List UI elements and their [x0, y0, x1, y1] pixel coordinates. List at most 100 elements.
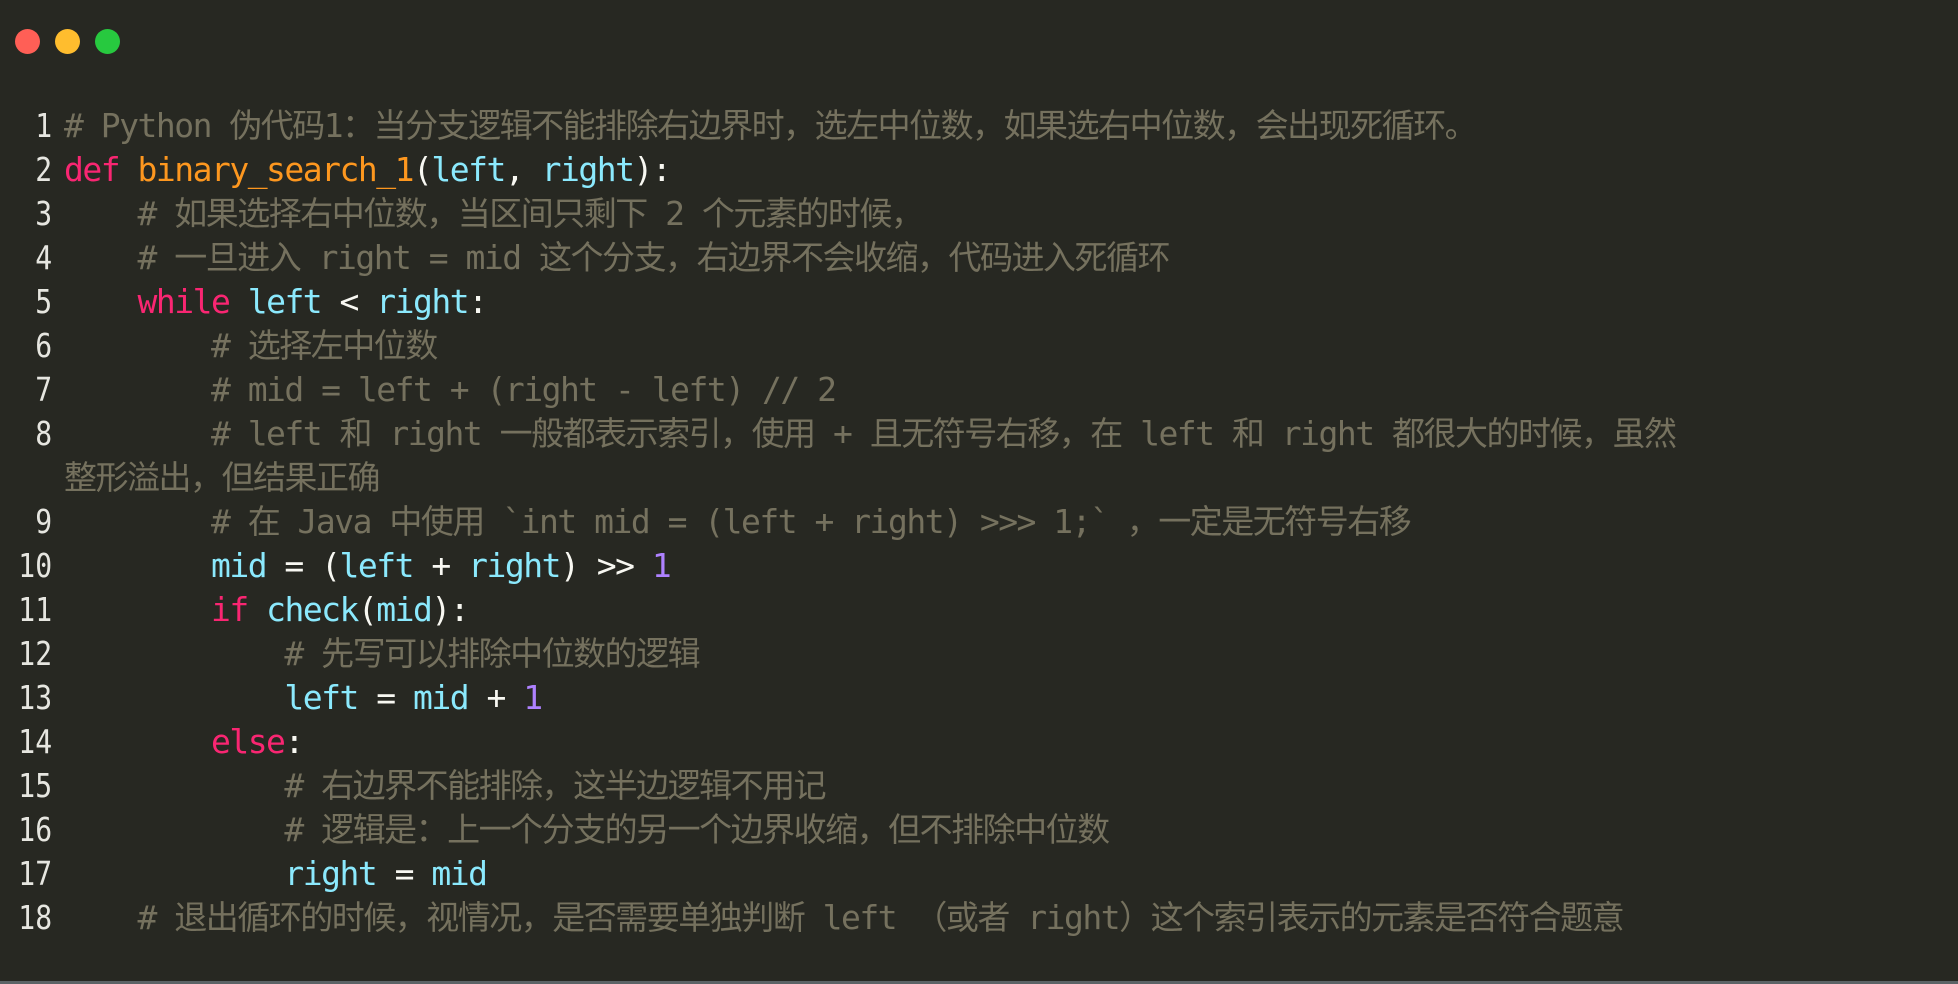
close-button[interactable] [15, 29, 40, 54]
line-number: 5 [35, 282, 53, 321]
line-content: # 右边界不能排除，这半边逻辑不用记 [64, 764, 1958, 808]
line-number: 16 [18, 810, 53, 849]
line-number: 2 [35, 150, 53, 189]
punctuation-token: ): [431, 590, 469, 629]
punctuation-token: + [413, 546, 469, 585]
code-line: 4 # 一旦进入 right = mid 这个分支，右边界不会收缩，代码进入死循… [0, 236, 1958, 280]
comment-token: # 如果选择右中位数，当区间只剩下 2 个元素的时候， [137, 194, 923, 233]
punctuation-token: < [321, 282, 377, 321]
code-line: 7 # mid = left + (right - left) // 2 [0, 368, 1958, 412]
comment-token: # 退出循环的时候，视情况，是否需要单独判断 left （或者 right）这个… [137, 898, 1624, 937]
code-line: 11 if check(mid): [0, 588, 1958, 632]
line-number: 10 [18, 546, 53, 585]
code-line: 10 mid = (left + right) >> 1 [0, 544, 1958, 588]
identifier-token: mid [413, 678, 470, 717]
code-window: 1 # Python 伪代码1：当分支逻辑不能排除右边界时，选左中位数，如果选右中… [0, 0, 1958, 984]
minimize-button[interactable] [55, 29, 80, 54]
identifier-token: right [541, 150, 635, 189]
keyword-token: def [64, 150, 121, 189]
identifier-token: left [247, 282, 323, 321]
comment-token: # Python 伪代码1：当分支逻辑不能排除右边界时，选左中位数，如果选右中位… [64, 106, 1478, 145]
identifier-token: right [468, 546, 561, 585]
code-line: 2 def binary_search_1(left, right): [0, 148, 1958, 192]
line-content: left = mid + 1 [64, 676, 1958, 720]
punctuation-token: : [468, 282, 488, 321]
line-number: 8 [35, 414, 53, 453]
keyword-token: while [137, 282, 230, 321]
line-number: 11 [18, 590, 53, 629]
keyword-token: else [210, 722, 286, 761]
line-number: 7 [35, 370, 53, 409]
punctuation-token [119, 150, 137, 189]
identifier-token: left [431, 150, 506, 189]
code-line: 17 right = mid [0, 852, 1958, 896]
number-token: 1 [651, 546, 672, 585]
line-content: right = mid [64, 852, 1958, 896]
comment-token: # 逻辑是：上一个分支的另一个边界收缩，但不排除中位数 [284, 810, 1110, 849]
comment-token: # 先写可以排除中位数的逻辑 [284, 634, 700, 673]
line-number: 15 [18, 766, 53, 805]
line-content: # left 和 right 一般都表示索引，使用 + 且无符号右移，在 lef… [64, 412, 1958, 500]
line-content: # 逻辑是：上一个分支的另一个边界收缩，但不排除中位数 [64, 808, 1958, 852]
comment-token: # 一旦进入 right = mid 这个分支，右边界不会收缩，代码进入死循环 [137, 238, 1170, 277]
identifier-token: left [339, 546, 415, 585]
line-number: 3 [35, 194, 53, 233]
line-number: 18 [18, 898, 53, 937]
title-bar [0, 0, 1958, 80]
punctuation-token: ( [413, 150, 433, 189]
punctuation-token: ): [633, 150, 671, 189]
line-content: mid = (left + right) >> 1 [64, 544, 1958, 588]
keyword-token: if [210, 590, 249, 629]
code-line: 6 # 选择左中位数 [0, 324, 1958, 368]
line-number: 13 [18, 678, 53, 717]
line-content: else: [64, 720, 1958, 764]
code-line: 18 # 退出循环的时候，视情况，是否需要单独判断 left （或者 right… [0, 896, 1958, 940]
comment-token: # 右边界不能排除，这半边逻辑不用记 [284, 766, 826, 805]
line-content: # 如果选择右中位数，当区间只剩下 2 个元素的时候， [64, 192, 1958, 236]
line-number: 9 [35, 502, 53, 541]
comment-token: # 在 Java 中使用 `int mid = (left + right) >… [210, 502, 1412, 541]
number-token: 1 [523, 678, 543, 717]
comment-token: # left 和 right 一般都表示索引，使用 + 且无符号右移，在 lef… [210, 414, 1677, 453]
line-number: 14 [18, 722, 53, 761]
line-content: while left < right: [64, 280, 1958, 324]
line-number: 17 [18, 854, 53, 893]
line-content: # 一旦进入 right = mid 这个分支，右边界不会收缩，代码进入死循环 [64, 236, 1958, 280]
code-line: 12 # 先写可以排除中位数的逻辑 [0, 632, 1958, 676]
code-line: 5 while left < right: [0, 280, 1958, 324]
line-content: # 选择左中位数 [64, 324, 1958, 368]
comment-token: # mid = left + (right - left) // 2 [210, 370, 837, 409]
line-number: 1 [35, 106, 53, 145]
identifier-token: mid [431, 854, 488, 893]
line-content: # Python 伪代码1：当分支逻辑不能排除右边界时，选左中位数，如果选右中位… [64, 104, 1958, 148]
identifier-token: left [284, 678, 359, 717]
punctuation-token: = ( [266, 546, 341, 585]
maximize-button[interactable] [95, 29, 120, 54]
wrapped-comment-continuation: 整形溢出，但结果正确 [64, 458, 381, 497]
code-line: 14 else: [0, 720, 1958, 764]
line-content: def binary_search_1(left, right): [64, 148, 1958, 192]
identifier-token: mid [376, 590, 433, 629]
punctuation-token: : [284, 722, 304, 761]
code-line: 9 # 在 Java 中使用 `int mid = (left + right)… [0, 500, 1958, 544]
line-content: # 在 Java 中使用 `int mid = (left + right) >… [64, 500, 1958, 544]
punctuation-token: , [504, 150, 542, 189]
punctuation-token: = [357, 678, 414, 717]
line-number: 12 [18, 634, 53, 673]
code-line: 13 left = mid + 1 [0, 676, 1958, 720]
